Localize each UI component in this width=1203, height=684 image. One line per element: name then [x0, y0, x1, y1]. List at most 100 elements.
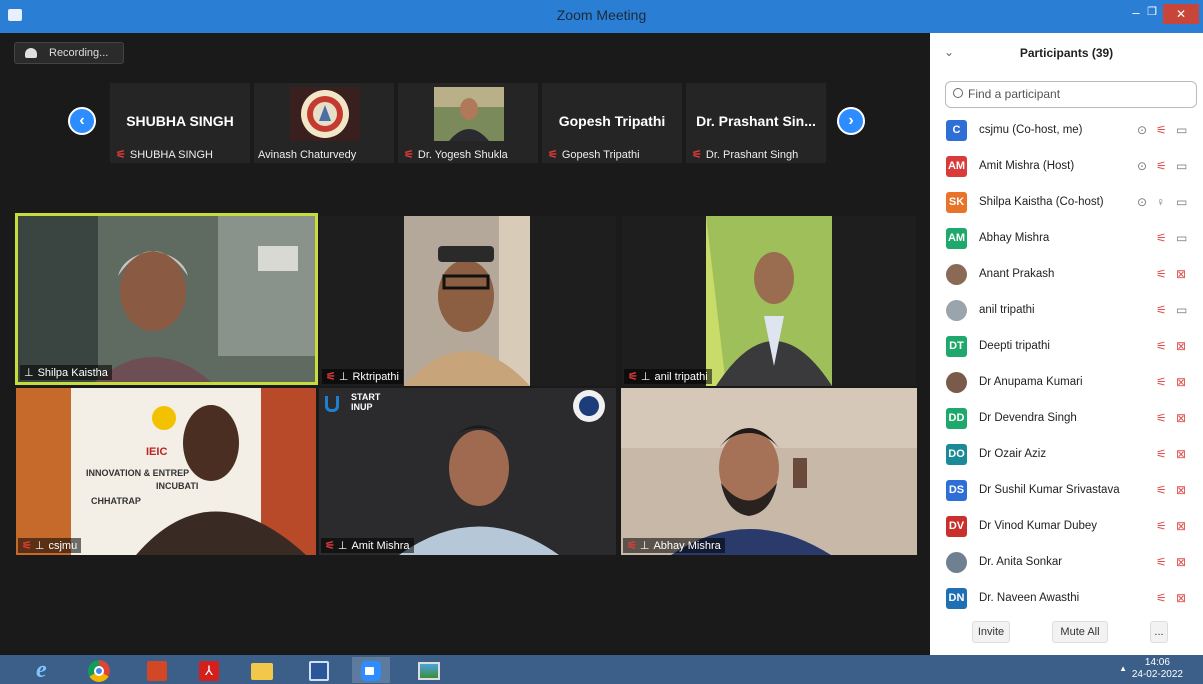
powerpoint-icon[interactable]	[138, 657, 176, 683]
university-logo	[290, 87, 360, 141]
participant-row[interactable]: Dr Anupama Kumari ⚟ ⊠	[930, 365, 1203, 401]
avatar	[946, 552, 967, 573]
invite-button[interactable]: Invite	[972, 621, 1010, 643]
thumb-prashant-singh[interactable]: Dr. Prashant Sin... ⚟ Dr. Prashant Singh	[686, 83, 826, 163]
prev-page-button[interactable]: ‹	[68, 107, 96, 135]
tray-arrow-icon[interactable]: ▲	[1119, 664, 1127, 673]
mic-muted-icon[interactable]: ⚟	[1156, 303, 1167, 317]
mic-muted-icon[interactable]: ⚟	[1156, 555, 1167, 569]
pin-icon: ⊥	[338, 371, 349, 383]
mic-muted-icon[interactable]: ⚟	[1156, 375, 1167, 389]
mic-muted-icon[interactable]: ⚟	[1156, 159, 1167, 173]
video-off-icon[interactable]: ⊠	[1176, 447, 1186, 461]
search-input[interactable]: Find a participant	[945, 81, 1197, 108]
participant-name: Dr. Naveen Awasthi	[979, 592, 1080, 604]
participants-footer: Invite Mute All ...	[930, 617, 1203, 647]
video-tile-csjmu[interactable]: IEIC INNOVATION & ENTREP INCUBATI CHHATR…	[16, 388, 316, 555]
participant-row[interactable]: DS Dr Sushil Kumar Srivastava ⚟ ⊠	[930, 473, 1203, 509]
restore-button[interactable]: ❐	[1141, 5, 1163, 18]
mic-muted-icon[interactable]: ⚟	[1156, 267, 1167, 281]
video-tile-anil-tripathi[interactable]: ⚟ ⊥ anil tripathi	[622, 216, 916, 386]
search-icon	[953, 88, 963, 98]
avatar	[946, 264, 967, 285]
chrome-icon[interactable]	[80, 657, 118, 683]
thumb-shubha-singh[interactable]: SHUBHA SINGH ⚟ SHUBHA SINGH	[110, 83, 250, 163]
participant-photo	[434, 87, 504, 141]
video-off-icon[interactable]: ⊠	[1176, 267, 1186, 281]
participant-name: Dr Ozair Aziz	[979, 448, 1047, 460]
video-off-icon[interactable]: ⊠	[1176, 483, 1186, 497]
banner-line: INCUBATI	[156, 481, 199, 491]
participant-name: Anant Prakash	[979, 268, 1055, 280]
avatar: DT	[946, 336, 967, 357]
mute-all-button[interactable]: Mute All	[1052, 621, 1108, 643]
participant-row[interactable]: Anant Prakash ⚟ ⊠	[930, 257, 1203, 293]
video-tile-rktripathi[interactable]: ⚟ ⊥ Rktripathi	[320, 216, 616, 386]
video-tile-amit-mishra[interactable]: START INUP ⚟ ⊥ Amit Mishra	[319, 388, 616, 555]
participant-row[interactable]: AM Amit Mishra (Host) ⊙ ⚟ ▭	[930, 149, 1203, 185]
participant-row[interactable]: Dr. Anita Sonkar ⚟ ⊠	[930, 545, 1203, 581]
mic-muted-icon[interactable]: ⚟	[1156, 123, 1167, 137]
system-clock[interactable]: 14:06 24-02-2022	[1132, 657, 1183, 681]
participant-row[interactable]: SK Shilpa Kaistha (Co-host) ⊙ ♀ ▭	[930, 185, 1203, 221]
mic-muted-icon[interactable]: ⚟	[1156, 483, 1167, 497]
thumb-yogesh-shukla[interactable]: ⚟ Dr. Yogesh Shukla	[398, 83, 538, 163]
participant-row[interactable]: anil tripathi ⚟ ▭	[930, 293, 1203, 329]
video-icon[interactable]: ▭	[1176, 195, 1187, 209]
file-explorer-icon[interactable]	[243, 657, 281, 683]
banner-line: INNOVATION & ENTREP	[86, 468, 190, 478]
mic-muted-icon[interactable]: ⚟	[1156, 447, 1167, 461]
thumb-name: Dr. Prashant Sin...	[696, 113, 816, 129]
thumb-label: ⚟ Dr. Yogesh Shukla	[404, 149, 508, 161]
acrobat-icon[interactable]: ⅄	[190, 657, 228, 683]
video-tile-shilpa-kaistha[interactable]: ⊥ Shilpa Kaistha	[15, 213, 318, 385]
participant-row[interactable]: Ccsjmu (Co-host, me) ⊙ ⚟ ▭	[930, 113, 1203, 149]
close-button[interactable]: ✕	[1163, 4, 1199, 24]
next-page-button[interactable]: ›	[837, 107, 865, 135]
zoom-icon[interactable]	[352, 657, 390, 683]
mic-muted-icon: ⚟	[627, 540, 637, 552]
participant-row[interactable]: DT Deepti tripathi ⚟ ⊠	[930, 329, 1203, 365]
participant-row[interactable]: AM Abhay Mishra ⚟ ▭	[930, 221, 1203, 257]
internet-explorer-icon[interactable]: e	[30, 657, 68, 683]
recording-indicator[interactable]: Recording...	[14, 42, 124, 64]
participants-panel: ⌄ Participants (39) Find a participant C…	[930, 33, 1203, 655]
video-off-icon[interactable]: ⊠	[1176, 411, 1186, 425]
participant-row[interactable]: DV Dr Vinod Kumar Dubey ⚟ ⊠	[930, 509, 1203, 545]
video-off-icon[interactable]: ⊠	[1176, 555, 1186, 569]
video-icon[interactable]: ▭	[1176, 123, 1187, 137]
participant-row[interactable]: DN Dr. Naveen Awasthi ⚟ ⊠	[930, 581, 1203, 617]
video-off-icon[interactable]: ⊠	[1176, 591, 1186, 605]
pin-icon: ⊥	[337, 540, 348, 552]
participant-name: Dr Anupama Kumari	[979, 376, 1083, 388]
thumb-label: ⚟ SHUBHA SINGH	[116, 149, 214, 161]
mic-icon[interactable]: ♀	[1156, 195, 1165, 209]
thumb-avinash-chaturvedy[interactable]: Avinash Chaturvedy	[254, 83, 394, 163]
banner-ieic: IEIC	[146, 446, 168, 458]
video-tile-abhay-mishra[interactable]: ⚟ ⊥ Abhay Mishra	[621, 388, 917, 555]
tile-name-label: ⚟ ⊥ Rktripathi	[322, 369, 403, 384]
cloud-record-icon: ⊙	[1137, 195, 1148, 209]
mic-muted-icon[interactable]: ⚟	[1156, 231, 1167, 245]
photos-icon[interactable]	[410, 657, 448, 683]
pin-icon: ⊥	[640, 371, 651, 383]
video-off-icon[interactable]: ⊠	[1176, 519, 1186, 533]
participant-row[interactable]: DO Dr Ozair Aziz ⚟ ⊠	[930, 437, 1203, 473]
video-icon[interactable]: ▭	[1176, 303, 1187, 317]
word-icon[interactable]	[300, 657, 338, 683]
video-off-icon[interactable]: ⊠	[1176, 339, 1186, 353]
mic-muted-icon[interactable]: ⚟	[1156, 339, 1167, 353]
more-options-button[interactable]: ...	[1150, 621, 1168, 643]
participant-row[interactable]: DD Dr Devendra Singh ⚟ ⊠	[930, 401, 1203, 437]
mic-muted-icon[interactable]: ⚟	[1156, 519, 1167, 533]
video-icon[interactable]: ▭	[1176, 231, 1187, 245]
mic-muted-icon[interactable]: ⚟	[1156, 411, 1167, 425]
thumb-gopesh-tripathi[interactable]: Gopesh Tripathi ⚟ Gopesh Tripathi	[542, 83, 682, 163]
mic-muted-icon[interactable]: ⚟	[1156, 591, 1167, 605]
participant-name: Dr Vinod Kumar Dubey	[979, 520, 1098, 532]
avatar: C	[946, 120, 967, 141]
video-icon[interactable]: ▭	[1176, 159, 1187, 173]
participant-list: Ccsjmu (Co-host, me) ⊙ ⚟ ▭ AM Amit Mishra (Ho…	[930, 113, 1203, 617]
video-off-icon[interactable]: ⊠	[1176, 375, 1186, 389]
mic-muted-icon: ⚟	[116, 149, 126, 161]
